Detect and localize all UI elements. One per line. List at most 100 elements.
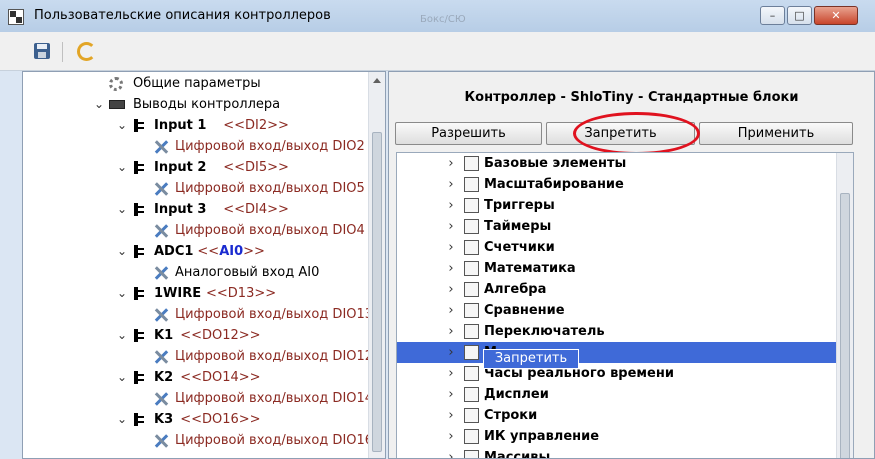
logic-gate-icon <box>464 156 479 171</box>
chevron-right-icon[interactable]: › <box>445 153 457 174</box>
chevron-right-icon[interactable]: › <box>445 384 457 405</box>
pin-name: Input 3 <box>154 202 207 217</box>
block-row[interactable]: › ИК управление <box>397 426 837 447</box>
chevron-right-icon[interactable]: › <box>445 426 457 447</box>
scale-icon <box>464 177 479 192</box>
block-label: Масштабирование <box>484 177 624 192</box>
pin-tag: <<AI0>> <box>197 244 265 259</box>
chevron-right-icon[interactable]: › <box>445 174 457 195</box>
apply-button[interactable]: Применить <box>699 122 853 145</box>
blocks-scrollbar[interactable] <box>836 153 853 458</box>
save-icon <box>34 43 50 59</box>
block-row[interactable]: › Алгебра <box>397 279 837 300</box>
tools-icon <box>153 307 169 323</box>
tools-icon <box>153 139 169 155</box>
block-row[interactable]: ›М... <box>397 342 837 363</box>
chevron-down-icon[interactable]: ⌄ <box>93 94 105 115</box>
blocks-panel: Контроллер - ShloTiny - Стандартные блок… <box>388 71 875 459</box>
block-row[interactable]: › Счетчики <box>397 237 837 258</box>
tools-icon <box>153 265 169 281</box>
ir-icon <box>464 429 479 444</box>
block-row[interactable]: › Массивы <box>397 447 837 458</box>
maximize-button[interactable]: □ <box>787 6 812 25</box>
chevron-right-icon[interactable]: › <box>445 258 457 279</box>
chevron-right-icon[interactable]: › <box>445 321 457 342</box>
refresh-button[interactable] <box>72 39 98 63</box>
pin-icon <box>134 287 144 300</box>
tools-icon <box>153 349 169 365</box>
chevron-right-icon[interactable]: › <box>445 195 457 216</box>
pin-icon <box>134 245 144 258</box>
io-label: Цифровой вход/выход DIO14 <box>175 391 374 406</box>
blocks-list[interactable]: › Базовые элементы › Масштабирование › Тригге… <box>396 152 854 458</box>
chevron-right-icon[interactable]: › <box>445 216 457 237</box>
block-row[interactable]: › Математика <box>397 258 837 279</box>
chevron-right-icon[interactable]: › <box>445 237 457 258</box>
block-row[interactable]: › Базовые элементы <box>397 153 837 174</box>
pin-tag: <<DI2>> <box>223 118 289 133</box>
pin-tag: <<DO16>> <box>180 412 261 427</box>
block-label: Строки <box>484 408 538 423</box>
scroll-thumb[interactable] <box>372 132 382 452</box>
module-icon <box>464 345 479 360</box>
chevron-right-icon[interactable]: › <box>445 342 457 363</box>
chevron-right-icon[interactable]: › <box>445 447 457 458</box>
scroll-thumb[interactable] <box>840 193 850 458</box>
chevron-down-icon[interactable]: ⌄ <box>116 367 128 388</box>
strings-icon <box>464 408 479 423</box>
block-row[interactable]: › Переключатель <box>397 321 837 342</box>
minimize-button[interactable]: – <box>760 6 785 25</box>
algebra-icon <box>464 282 479 297</box>
controller-tree[interactable]: Общие параметры ⌄ Выводы контроллера ⌄ In… <box>22 71 386 459</box>
io-label: Аналоговый вход AI0 <box>175 265 320 280</box>
chevron-right-icon[interactable]: › <box>445 279 457 300</box>
switch-icon <box>464 324 479 339</box>
tree-scrollbar[interactable] <box>368 72 385 458</box>
save-button[interactable] <box>29 39 55 63</box>
pin-name: K2 <box>154 370 174 385</box>
chevron-right-icon[interactable]: › <box>445 363 457 384</box>
trigger-icon <box>464 198 479 213</box>
panel-title: Контроллер - ShloTiny - Стандартные блок… <box>464 90 799 105</box>
counter-icon <box>464 240 479 255</box>
chevron-right-icon[interactable]: › <box>445 405 457 426</box>
scroll-up-arrow[interactable] <box>373 78 381 83</box>
pin-tag: <<DI5>> <box>223 160 289 175</box>
allow-button[interactable]: Разрешить <box>395 122 542 145</box>
chevron-down-icon[interactable]: ⌄ <box>116 325 128 346</box>
block-label: Алгебра <box>484 282 547 297</box>
chevron-down-icon[interactable]: ⌄ <box>116 157 128 178</box>
chevron-down-icon[interactable]: ⌄ <box>116 409 128 430</box>
array-icon <box>464 450 479 458</box>
main-window: Пользовательские описания контроллеров Б… <box>0 0 875 459</box>
refresh-icon <box>77 42 96 61</box>
block-label: Базовые элементы <box>484 156 627 171</box>
chevron-right-icon[interactable]: › <box>445 300 457 321</box>
block-row[interactable]: › Дисплеи <box>397 384 837 405</box>
gear-icon <box>109 77 123 91</box>
pin-tag: <<DO14>> <box>180 370 261 385</box>
title-bar[interactable]: Пользовательские описания контроллеров Б… <box>0 0 875 32</box>
io-label: Цифровой вход/выход DIO4 <box>175 223 365 238</box>
close-button[interactable]: ✕ <box>814 6 858 25</box>
chevron-down-icon[interactable]: ⌄ <box>116 241 128 262</box>
block-row[interactable]: › Масштабирование <box>397 174 837 195</box>
io-label: Цифровой вход/выход DIO2 <box>175 139 365 154</box>
chevron-down-icon[interactable]: ⌄ <box>116 199 128 220</box>
display-icon <box>464 387 479 402</box>
block-row[interactable]: › Триггеры <box>397 195 837 216</box>
tools-icon <box>153 223 169 239</box>
pin-name: K3 <box>154 412 174 427</box>
context-menu-forbid[interactable]: Запретить <box>483 349 579 369</box>
chevron-down-icon[interactable]: ⌄ <box>116 283 128 304</box>
block-row[interactable]: › Таймеры <box>397 216 837 237</box>
window-title: Пользовательские описания контроллеров <box>34 8 331 23</box>
pin-name: 1WIRE <box>154 286 202 301</box>
chevron-down-icon[interactable]: ⌄ <box>116 115 128 136</box>
io-label: Цифровой вход/выход DIO12 <box>175 349 374 364</box>
pin-icon <box>134 329 144 342</box>
block-row[interactable]: › Часы реального времени <box>397 363 837 384</box>
chip-icon <box>109 100 125 109</box>
block-row[interactable]: › Строки <box>397 405 837 426</box>
block-row[interactable]: › Сравнение <box>397 300 837 321</box>
